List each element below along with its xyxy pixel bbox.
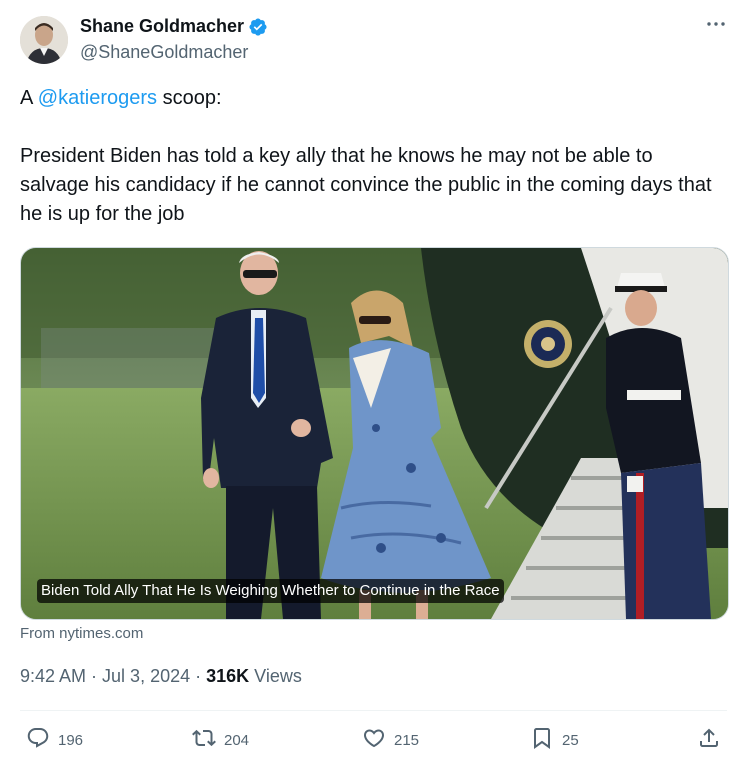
card-source[interactable]: From nytimes.com [20,625,143,642]
repost-icon [192,726,216,754]
verified-badge-icon [248,17,268,37]
author-handle[interactable]: @ShaneGoldmacher [80,42,248,63]
meta-separator: · [86,666,103,686]
more-options-icon[interactable] [704,12,728,36]
share-button[interactable] [697,724,721,756]
tweet-text: A @katierogers scoop: President Biden ha… [20,84,720,229]
reply-button[interactable]: 196 [26,724,83,756]
tweet-intro: A @katierogers scoop: [20,84,720,113]
bookmark-count: 25 [562,731,579,749]
like-button[interactable]: 215 [362,724,419,756]
heart-icon [362,726,386,754]
like-count: 215 [394,731,420,749]
share-icon [697,726,721,754]
bookmark-button[interactable]: 25 [530,724,579,756]
bookmark-icon [530,726,554,754]
action-bar: 196 204 215 25 [20,724,727,756]
reply-count: 196 [58,731,84,749]
tweet-text-prefix: A [20,87,38,109]
divider [20,710,727,711]
views-count: 316K [206,666,250,686]
avatar[interactable] [20,16,68,64]
repost-button[interactable]: 204 [192,724,249,756]
author-name-row[interactable]: Shane Goldmacher [80,16,268,37]
views-label: Views [249,666,302,686]
meta-separator: · [190,666,207,686]
link-card-image[interactable]: Biden Told Ally That He Is Weighing Whet… [20,247,729,620]
tweet-body: President Biden has told a key ally that… [20,145,712,225]
tweet-meta: 9:42 AM · Jul 3, 2024 · 316K Views [20,666,302,687]
author-display-name[interactable]: Shane Goldmacher [80,16,244,37]
reply-icon [26,726,50,754]
tweet-time[interactable]: 9:42 AM [20,666,86,686]
repost-count: 204 [224,731,250,749]
card-headline[interactable]: Biden Told Ally That He Is Weighing Whet… [37,579,504,603]
mention-link[interactable]: @katierogers [38,87,157,109]
tweet-date[interactable]: Jul 3, 2024 [102,666,190,686]
tweet-text-suffix: scoop: [157,87,222,109]
